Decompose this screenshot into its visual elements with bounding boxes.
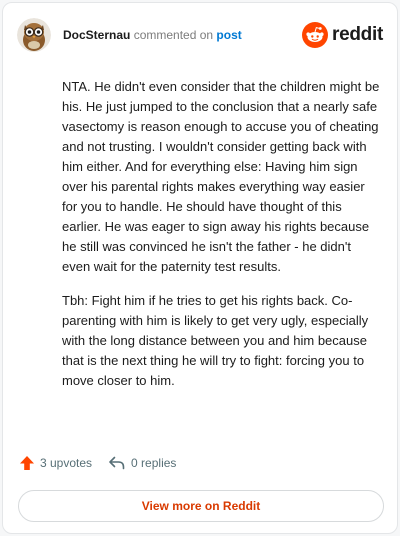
reply-count: 0 replies bbox=[131, 456, 177, 470]
reply-arrow-icon bbox=[109, 456, 125, 470]
owl-avatar-icon bbox=[17, 18, 51, 52]
comment-paragraph: Tbh: Fight him if he tries to get his ri… bbox=[62, 293, 369, 388]
comment-body: NTA. He didn't even consider that the ch… bbox=[62, 77, 382, 405]
reply-button[interactable]: 0 replies bbox=[108, 455, 176, 471]
reddit-logo[interactable]: reddit bbox=[302, 22, 383, 48]
user-avatar[interactable] bbox=[17, 18, 51, 52]
comment-meta: DocSternau commented on post bbox=[63, 28, 242, 42]
upvote-button[interactable]: 3 upvotes bbox=[19, 455, 92, 471]
comment-card: DocSternau commented on post reddit NTA.… bbox=[2, 2, 398, 534]
username-link[interactable]: DocSternau bbox=[63, 28, 130, 42]
upvote-count: 3 upvotes bbox=[40, 456, 93, 470]
reddit-wordmark: reddit bbox=[332, 24, 383, 45]
comment-header: DocSternau commented on post bbox=[17, 17, 242, 53]
view-more-button[interactable]: View more on Reddit bbox=[18, 490, 384, 522]
post-link[interactable]: post bbox=[216, 28, 241, 42]
comment-paragraph: NTA. He didn't even consider that the ch… bbox=[62, 79, 380, 274]
commented-on-text: commented on bbox=[130, 28, 217, 42]
reddit-snoo-icon bbox=[302, 22, 329, 48]
upvote-arrow-icon bbox=[20, 456, 34, 470]
comment-actions: 3 upvotes 0 replies bbox=[19, 455, 176, 471]
